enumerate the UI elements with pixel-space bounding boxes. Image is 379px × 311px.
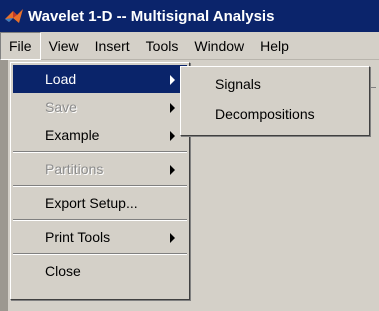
submenu-item-decompositions[interactable]: Decompositions [183, 99, 367, 129]
matlab-logo-icon [4, 6, 24, 26]
menu-item-label: Save [45, 99, 77, 115]
menu-item-close[interactable]: Close [13, 257, 187, 285]
menu-item-partitions: Partitions [13, 155, 187, 183]
menu-separator [13, 151, 187, 153]
menu-item-print-tools[interactable]: Print Tools [13, 223, 187, 251]
file-menu-dropdown: Load Save Example Partitions Export Setu… [10, 62, 190, 300]
figure-left-panel [0, 60, 8, 311]
menu-window[interactable]: Window [186, 32, 252, 60]
title-bar: Wavelet 1-D -- Multisignal Analysis [0, 0, 379, 32]
menu-item-label: Partitions [45, 161, 104, 177]
menu-item-label: Example [45, 127, 100, 143]
submenu-arrow-icon [170, 75, 175, 85]
menu-item-save: Save [13, 93, 187, 121]
menu-file[interactable]: File [0, 31, 41, 60]
menu-separator [13, 219, 187, 221]
submenu-item-signals[interactable]: Signals [183, 69, 367, 99]
menu-item-label: Load [45, 71, 77, 87]
menu-insert[interactable]: Insert [87, 32, 138, 60]
menu-separator [13, 253, 187, 255]
menu-help[interactable]: Help [252, 32, 297, 60]
load-submenu: Signals Decompositions [180, 66, 370, 136]
menu-item-export-setup[interactable]: Export Setup... [13, 189, 187, 217]
menu-item-label: Close [45, 263, 81, 279]
submenu-arrow-icon [170, 131, 175, 141]
menu-item-load[interactable]: Load [13, 65, 187, 93]
menu-separator [13, 185, 187, 187]
window-title: Wavelet 1-D -- Multisignal Analysis [28, 7, 275, 25]
menu-tools[interactable]: Tools [138, 32, 187, 60]
menu-item-label: Print Tools [45, 229, 111, 245]
submenu-arrow-icon [170, 233, 175, 243]
submenu-arrow-icon [170, 165, 175, 175]
menu-item-label: Export Setup... [45, 195, 138, 211]
submenu-arrow-icon [170, 103, 175, 113]
menu-view[interactable]: View [41, 32, 87, 60]
menu-item-example[interactable]: Example [13, 121, 187, 149]
menu-bar: File View Insert Tools Window Help [0, 31, 379, 60]
